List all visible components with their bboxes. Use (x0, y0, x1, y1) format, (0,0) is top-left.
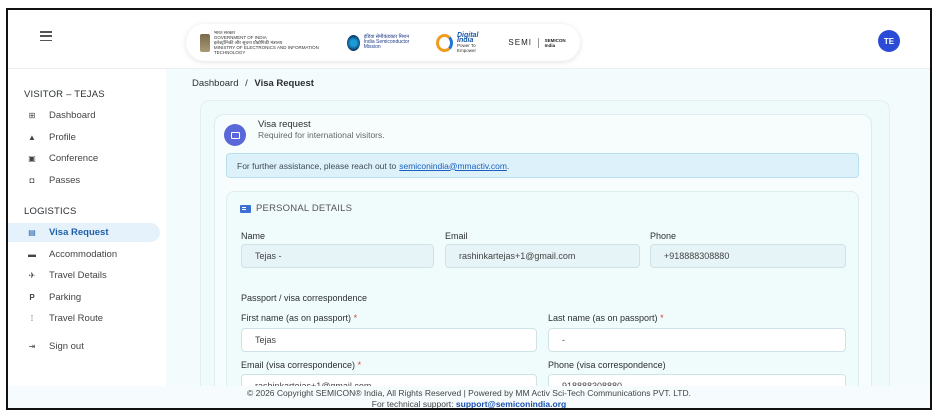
sidebar-item-conference[interactable]: ▣ Conference (8, 149, 160, 168)
assistance-notice: For further assistance, please reach out… (226, 153, 859, 178)
grid-icon: ⊞ (28, 111, 36, 120)
visa-email-label: Email (visa correspondence) * (241, 360, 361, 370)
bed-icon: ▬ (28, 250, 36, 259)
sidebar-item-dashboard[interactable]: ⊞ Dashboard (8, 106, 160, 125)
breadcrumb-current: Visa Request (254, 78, 314, 89)
id-card-icon (240, 204, 251, 213)
first-name-label-text: First name (as on passport) (241, 313, 352, 323)
breadcrumb-separator: / (245, 78, 248, 89)
passport-section-heading: Passport / visa correspondence (241, 293, 368, 303)
logo-text: SEMI (508, 38, 532, 47)
person-icon: ▲ (28, 133, 36, 142)
menu-icon[interactable] (40, 31, 52, 41)
top-bar: भारत सरकार GOVERNMENT OF INDIA इलेक्ट्रॉ… (8, 10, 930, 69)
sidebar-item-label: Travel Route (49, 313, 104, 324)
phone-field[interactable]: +918888308880 (650, 244, 846, 268)
breadcrumb-dashboard-link[interactable]: Dashboard (192, 78, 238, 89)
sidebar-item-label: Travel Details (49, 270, 107, 281)
sidebar-item-label: Visa Request (49, 227, 109, 238)
emblem-icon (200, 33, 210, 52)
route-icon: ⁞ (30, 314, 34, 323)
logo-text: Power To Empower (457, 42, 477, 53)
last-name-label-text: Last name (as on passport) (548, 313, 658, 323)
sidebar-item-label: Parking (49, 292, 82, 303)
visa-request-subtitle: Required for international visitors. (258, 130, 385, 140)
visa-email-label-text: Email (visa correspondence) (241, 360, 356, 370)
phone-label: Phone (650, 231, 677, 241)
digital-india-icon (435, 33, 453, 52)
visa-request-title: Visa request (258, 119, 311, 130)
first-name-label: First name (as on passport) * (241, 313, 357, 323)
footer-support: For technical support: support@semiconin… (8, 399, 930, 409)
ism-icon (346, 34, 360, 51)
sidebar-item-label: Conference (49, 153, 99, 164)
avatar[interactable]: TE (878, 30, 900, 52)
breadcrumb: Dashboard / Visa Request (192, 78, 314, 89)
digital-india-logo: Digital India Power To Empower (435, 31, 489, 54)
required-mark: * (660, 313, 664, 323)
personal-details-title: PERSONAL DETAILS (256, 203, 353, 214)
support-email-link[interactable]: support@semiconindia.org (456, 399, 566, 408)
sign-out-label: Sign out (49, 341, 84, 352)
document-icon: ▤ (28, 228, 36, 237)
partner-logos: भारत सरकार GOVERNMENT OF INDIA इलेक्ट्रॉ… (186, 24, 580, 61)
sidebar-item-visa-request[interactable]: ▤ Visa Request (8, 223, 160, 242)
sidebar-item-accommodation[interactable]: ▬ Accommodation (8, 245, 160, 264)
name-label: Name (241, 231, 266, 241)
app-window: भारत सरकार GOVERNMENT OF INDIA इलेक्ट्रॉ… (6, 8, 932, 410)
email-label: Email (445, 231, 468, 241)
assistance-text: For further assistance, please reach out… (237, 160, 397, 171)
assistance-email-link[interactable]: semiconindia@mmactiv.com (399, 161, 507, 171)
first-name-input[interactable]: Tejas (241, 328, 537, 352)
footer-copyright: © 2026 Copyright SEMICON® India, All Rig… (247, 388, 691, 398)
divider (537, 37, 539, 48)
sidebar-item-label: Accommodation (49, 249, 118, 260)
required-mark: * (353, 313, 358, 323)
logo-text: Digital India (457, 31, 479, 44)
sidebar-item-travel-details[interactable]: ✈ Travel Details (8, 266, 160, 285)
sidebar-item-parking[interactable]: P Parking (8, 288, 160, 307)
visa-card-icon (224, 124, 246, 146)
last-name-input[interactable]: - (548, 328, 846, 352)
sidebar-section-logistics: LOGISTICS (24, 206, 77, 217)
india-semiconductor-mission-logo: इंडिया सेमीकंडक्टर मिशन India Semiconduc… (346, 32, 416, 54)
plane-icon: ✈ (28, 271, 36, 280)
sidebar-item-profile[interactable]: ▲ Profile (8, 128, 160, 147)
email-field[interactable]: rashinkartejas+1@gmail.com (445, 244, 640, 268)
assistance-suffix: . (506, 160, 510, 171)
sidebar-item-travel-route[interactable]: ⁞ Travel Route (8, 309, 160, 328)
calendar-icon: ▣ (28, 154, 36, 163)
sidebar-item-label: Profile (49, 132, 76, 143)
sidebar-item-passes[interactable]: ◘ Passes (8, 171, 160, 190)
sidebar-item-label: Passes (49, 175, 81, 186)
ticket-icon: ◘ (29, 176, 35, 185)
sidebar: VISITOR – TEJAS ⊞ Dashboard ▲ Profile ▣ … (8, 69, 166, 408)
last-name-label: Last name (as on passport) * (548, 313, 664, 323)
personal-details-heading: PERSONAL DETAILS (240, 203, 352, 214)
name-field[interactable]: Tejas - (241, 244, 434, 268)
logo-text: MINISTRY OF ELECTRONICS AND INFORMATION … (213, 45, 319, 55)
parking-icon: P (29, 293, 35, 302)
semi-logo: SEMI SEMICON India (508, 37, 566, 48)
footer-support-prefix: For technical support: (371, 399, 454, 409)
footer: © 2026 Copyright SEMICON® India, All Rig… (8, 386, 930, 409)
logo-text: SEMICON India (544, 37, 566, 48)
sidebar-section-visitor: VISITOR – TEJAS (24, 89, 105, 100)
required-mark: * (357, 360, 362, 370)
government-of-india-logo: भारत सरकार GOVERNMENT OF INDIA इलेक्ट्रॉ… (200, 30, 327, 55)
logo-text: India Semiconductor Mission (363, 39, 410, 50)
sidebar-item-label: Dashboard (49, 110, 96, 121)
visa-phone-label: Phone (visa correspondence) (548, 360, 666, 370)
sign-out-icon: ⇥ (28, 342, 36, 351)
sign-out-button[interactable]: ⇥ Sign out (8, 337, 160, 356)
